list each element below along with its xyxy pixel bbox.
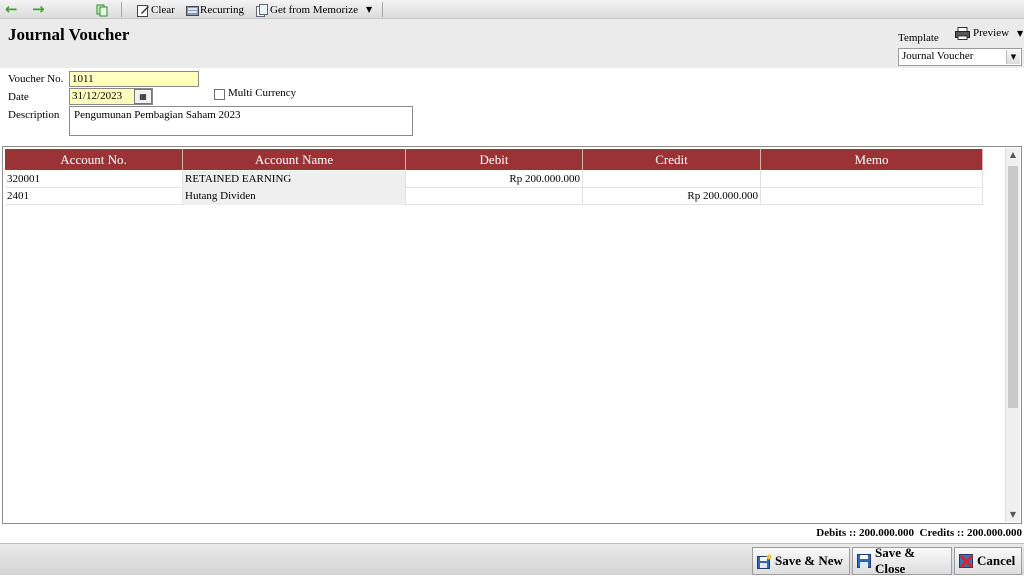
- save-and-close-label: Save & Close: [875, 545, 916, 576]
- header: Journal Voucher Template Preview ▼ Journ…: [0, 19, 1024, 68]
- toolbar-separator: [121, 2, 122, 17]
- toolbar-separator: [382, 2, 383, 17]
- scroll-up-icon[interactable]: ▲: [1006, 148, 1020, 162]
- cell-debit[interactable]: [406, 188, 583, 205]
- scroll-down-icon[interactable]: ▼: [1006, 508, 1020, 522]
- page-title: Journal Voucher: [8, 25, 130, 44]
- forward-arrow-icon: →: [32, 0, 45, 18]
- cell-credit[interactable]: [583, 171, 761, 188]
- recurring-label: Recurring: [200, 3, 244, 16]
- chevron-down-icon: ▼: [365, 5, 373, 14]
- template-select-value: Journal Voucher: [902, 50, 974, 62]
- cancel-button[interactable]: Cancel: [954, 547, 1022, 575]
- toolbar: ← → Clear Recurring Get from Memorize ▼: [0, 0, 1024, 19]
- get-from-memorize-button[interactable]: Get from Memorize ▼: [256, 1, 372, 18]
- date-label: Date: [8, 91, 29, 103]
- voucher-no-label: Voucher No.: [8, 73, 64, 85]
- column-header-account-name[interactable]: Account Name: [183, 149, 406, 170]
- cell-memo[interactable]: [761, 188, 983, 205]
- cancel-label: Cancel: [977, 553, 1016, 568]
- save-and-close-button[interactable]: Save & Close: [852, 545, 952, 576]
- clear-label: Clear: [151, 3, 175, 16]
- copy-icon: [96, 4, 108, 16]
- journal-grid: Account No. Account Name Debit Credit Me…: [2, 146, 1022, 524]
- clear-button[interactable]: Clear: [137, 1, 175, 18]
- vertical-scrollbar[interactable]: ▲ ▼: [1005, 148, 1020, 522]
- cell-account-no[interactable]: 320001: [5, 171, 183, 188]
- column-header-memo[interactable]: Memo: [761, 149, 983, 170]
- calendar-icon[interactable]: ▦: [134, 89, 152, 104]
- back-arrow-icon: ←: [5, 0, 18, 18]
- voucher-no-input[interactable]: 1011: [69, 71, 199, 87]
- totals-summary: Debits :: 200.000.000 Credits :: 200.000…: [816, 527, 1022, 539]
- cell-account-no[interactable]: 2401: [5, 188, 183, 205]
- cell-credit[interactable]: Rp 200.000.000: [583, 188, 761, 205]
- cell-memo[interactable]: [761, 171, 983, 188]
- preview-label: Preview: [973, 27, 1010, 39]
- template-label: Template: [898, 32, 939, 44]
- table-row[interactable]: 2401 Hutang Dividen Rp 200.000.000: [5, 188, 983, 205]
- column-header-credit[interactable]: Credit: [583, 149, 761, 170]
- multi-currency-label: Multi Currency: [228, 87, 297, 99]
- printer-icon: [955, 27, 971, 40]
- edit-icon: [137, 4, 149, 17]
- get-from-memorize-label: Get from Memorize: [270, 3, 358, 16]
- copy-button[interactable]: [96, 1, 108, 18]
- save-and-new-button[interactable]: Save & New: [752, 547, 850, 575]
- multi-currency-checkbox[interactable]: [214, 89, 225, 100]
- description-input[interactable]: Pengumunan Pembagian Saham 2023: [69, 106, 413, 136]
- chevron-down-icon[interactable]: ▼: [1006, 50, 1020, 64]
- table-row[interactable]: 320001 RETAINED EARNING Rp 200.000.000: [5, 171, 983, 188]
- document-icon: [256, 3, 268, 17]
- save-new-icon: [757, 554, 772, 569]
- cell-account-name[interactable]: RETAINED EARNING: [183, 171, 406, 188]
- cell-debit[interactable]: Rp 200.000.000: [406, 171, 583, 188]
- footer: Save & New Save & Close Cancel: [0, 543, 1024, 576]
- recurring-icon: [186, 4, 199, 16]
- forward-button[interactable]: →: [32, 1, 45, 18]
- description-label: Description: [8, 109, 60, 121]
- save-icon: [857, 553, 872, 569]
- recurring-button[interactable]: Recurring: [186, 1, 244, 18]
- template-select[interactable]: Journal Voucher ▼: [898, 48, 1022, 66]
- grid-header: Account No. Account Name Debit Credit Me…: [5, 149, 983, 170]
- column-header-account-no[interactable]: Account No.: [5, 149, 183, 170]
- scrollbar-thumb[interactable]: [1008, 166, 1018, 408]
- save-and-new-label: Save & New: [775, 553, 843, 568]
- column-header-debit[interactable]: Debit: [406, 149, 583, 170]
- back-button[interactable]: ←: [5, 1, 18, 18]
- chevron-down-icon: ▼: [1017, 28, 1024, 38]
- preview-button[interactable]: Preview ▼: [955, 27, 1024, 40]
- cell-account-name[interactable]: Hutang Dividen: [183, 188, 406, 205]
- cancel-icon: [959, 553, 974, 569]
